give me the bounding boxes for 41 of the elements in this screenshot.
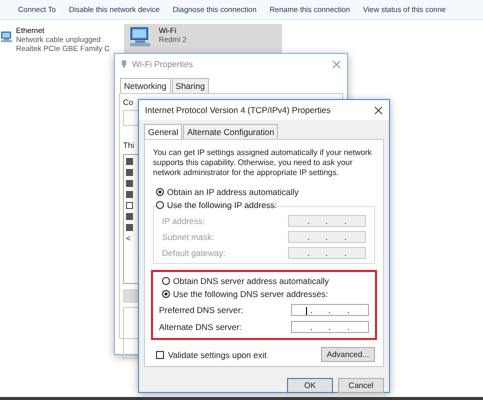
field-label: Alternate DNS server:: [159, 322, 242, 332]
radio-label[interactable]: Obtain an IP address automatically: [167, 187, 299, 197]
checkbox[interactable]: [126, 169, 133, 176]
tab[interactable]: Networking: [120, 78, 171, 93]
items-label: Thi: [123, 141, 136, 150]
checkbox[interactable]: [126, 213, 133, 220]
ip-input-field[interactable]: [288, 215, 366, 227]
tab[interactable]: Sharing: [172, 78, 209, 93]
ip-input-field[interactable]: [291, 304, 369, 316]
field-label: Preferred DNS server:: [159, 305, 244, 315]
checkbox[interactable]: [126, 191, 133, 198]
ip-input-field[interactable]: [288, 231, 366, 243]
checkbox[interactable]: [156, 350, 164, 358]
radio-label[interactable]: Use the following IP address:: [167, 200, 277, 210]
window-title: Wi-Fi Properties: [132, 59, 194, 69]
ip-input-field[interactable]: [291, 321, 369, 333]
tab[interactable]: General: [144, 124, 182, 139]
radio-button[interactable]: [156, 188, 164, 196]
checkbox-label[interactable]: Validate settings upon exit: [168, 350, 267, 360]
field-label: IP address:: [162, 216, 205, 226]
checkbox[interactable]: [126, 224, 133, 231]
description-text: You can get IP settings assigned automatically if your network supports this capability. Otherwise, you need to ask your network administrator for the appropriate IP settings.: [153, 148, 373, 178]
tab[interactable]: Alternate Configuration: [183, 124, 278, 139]
field-label: Subnet mask:: [162, 232, 214, 242]
connect-using-label: Co: [123, 98, 134, 107]
checkbox[interactable]: [126, 158, 133, 165]
ok-button[interactable]: OK: [287, 378, 333, 393]
radio-button[interactable]: [162, 277, 170, 285]
radio-label[interactable]: Obtain DNS server address automatically: [173, 276, 329, 286]
field-label: Default gateway:: [162, 248, 226, 258]
checkbox[interactable]: [126, 202, 133, 209]
advanced-button[interactable]: Advanced...: [320, 347, 375, 362]
radio-label[interactable]: Use the following DNS server addresses:: [173, 289, 328, 299]
cancel-button[interactable]: Cancel: [338, 378, 384, 393]
checkbox[interactable]: [126, 180, 133, 187]
window-title: Internet Protocol Version 4 (TCP/IPv4) Properties: [145, 105, 332, 115]
close-icon[interactable]: [374, 106, 383, 114]
adapter-icon: [121, 59, 127, 69]
ip-input-field[interactable]: [288, 247, 366, 259]
radio-button[interactable]: [156, 201, 164, 209]
radio-button[interactable]: [162, 290, 170, 298]
